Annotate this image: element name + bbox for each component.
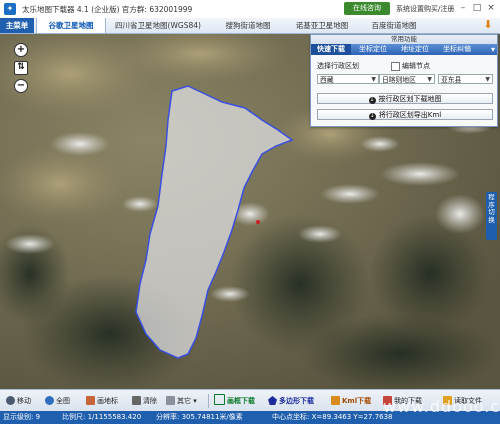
- polygon-download-button[interactable]: 多边形下载: [268, 390, 314, 412]
- kml-download-label: Kml下载: [342, 397, 372, 405]
- panel-tab-address-locate[interactable]: 地址定位: [395, 44, 435, 55]
- trash-icon: [132, 396, 141, 405]
- county-value: 亚东县: [441, 76, 462, 84]
- panel-tab-coord-correct[interactable]: 坐标纠偏: [437, 44, 477, 55]
- title-bar: ✦ 太乐地图下载器 4.1 (企业版) 官方群: 632001999 在线咨询 …: [0, 0, 500, 19]
- province-select[interactable]: 西藏 ▼: [317, 74, 379, 84]
- common-functions-panel: 常用功能 快速下载 坐标定位 地址定位 坐标纠偏 ▾ 选择行政区划 编辑节点 西…: [310, 34, 498, 127]
- full-map-button[interactable]: 全图: [45, 390, 70, 412]
- map-scale: 比例尺: 1/1155583.420: [62, 413, 142, 421]
- online-consult-button[interactable]: 在线咨询: [344, 2, 390, 15]
- more-icon: [166, 396, 175, 405]
- display-level: 显示级别: 9: [3, 413, 41, 421]
- app-logo-icon: ✦: [4, 3, 16, 15]
- other-menu-button[interactable]: 其它 ▾: [166, 390, 197, 412]
- buy-register-link[interactable]: 购买/注册: [424, 4, 454, 14]
- polygon-download-label: 多边形下载: [279, 397, 314, 405]
- panel-tab-bar: 快速下载 坐标定位 地址定位 坐标纠偏 ▾: [311, 44, 497, 55]
- zoom-in-button[interactable]: +: [14, 43, 28, 57]
- minimize-icon[interactable]: –: [456, 2, 470, 15]
- panel-tab-coord-locate[interactable]: 坐标定位: [353, 44, 393, 55]
- chevron-down-icon: ▼: [427, 76, 432, 83]
- county-select[interactable]: 亚东县 ▼: [438, 74, 493, 84]
- rectangle-icon: [214, 394, 225, 405]
- panel-collapse-icon[interactable]: ▾: [491, 44, 495, 55]
- pin-icon: [86, 396, 95, 405]
- main-menu-button[interactable]: 主菜单: [0, 18, 34, 33]
- system-settings-link[interactable]: 系统设置: [396, 4, 424, 14]
- tab-sichuan-satellite[interactable]: 四川省卫星地图(WGS84): [106, 18, 210, 33]
- city-select[interactable]: 日喀则地区 ▼: [379, 74, 435, 84]
- polygon-icon: [268, 396, 277, 405]
- tab-baidu-street[interactable]: 百度街道地图: [362, 18, 426, 33]
- clear-label: 清除: [143, 397, 157, 405]
- edit-nodes-label: 编辑节点: [402, 62, 430, 70]
- hand-icon: [6, 396, 15, 405]
- city-value: 日喀则地区: [382, 76, 416, 84]
- download-icon: ↓: [368, 97, 376, 104]
- other-label: 其它: [177, 397, 191, 405]
- tab-nokia-satellite[interactable]: 诺基亚卫星地图: [286, 18, 358, 33]
- rect-download-button[interactable]: 画框下载: [214, 390, 255, 412]
- zoom-out-button[interactable]: −: [14, 79, 28, 93]
- download-arrow-icon[interactable]: ⬇: [482, 19, 494, 31]
- tab-google-satellite[interactable]: 谷歌卫星地图: [36, 18, 106, 33]
- map-resolution: 分辨率: 305.74811米/像素: [156, 413, 243, 421]
- export-kml-button[interactable]: ↓ 将行政区划导出Kml: [317, 109, 493, 120]
- tab-sogou-street[interactable]: 搜狗街道地图: [214, 18, 282, 33]
- export-kml-label: 将行政区划导出Kml: [378, 111, 442, 119]
- map-tab-bar: 主菜单 谷歌卫星地图 四川省卫星地图(WGS84) 搜狗街道地图 诺基亚卫星地图…: [0, 18, 500, 34]
- rotate-icon[interactable]: ⇅: [14, 61, 28, 75]
- move-tool-button[interactable]: 移动: [6, 390, 31, 412]
- chevron-down-icon: ▼: [371, 76, 376, 83]
- export-icon: ↓: [368, 113, 376, 120]
- region-label: 选择行政区划: [317, 62, 359, 70]
- chevron-down-icon: ▼: [485, 76, 490, 83]
- program-switch-tab[interactable]: 程序切换: [486, 192, 497, 240]
- window-title: 太乐地图下载器 4.1 (企业版) 官方群: 632001999: [22, 5, 193, 14]
- globe-icon: [45, 396, 54, 405]
- kml-download-button[interactable]: Kml下载: [331, 390, 371, 412]
- province-value: 西藏: [320, 76, 334, 84]
- full-map-label: 全图: [56, 397, 70, 405]
- draw-landmark-label: 画地标: [97, 397, 118, 405]
- panel-title: 常用功能: [311, 35, 497, 44]
- download-by-region-label: 按行政区划下载地图: [378, 95, 442, 103]
- download-by-region-button[interactable]: ↓ 按行政区划下载地图: [317, 93, 493, 104]
- map-location-marker: [256, 220, 260, 224]
- toolbar-divider: [208, 394, 209, 408]
- close-icon[interactable]: ×: [484, 2, 498, 15]
- maximize-icon[interactable]: □: [470, 2, 484, 15]
- rect-download-label: 画框下载: [227, 397, 255, 405]
- draw-landmark-button[interactable]: 画地标: [86, 390, 118, 412]
- move-tool-label: 移动: [17, 397, 31, 405]
- panel-tab-quick-download[interactable]: 快速下载: [311, 44, 351, 55]
- kml-file-icon: [331, 396, 340, 405]
- center-coordinate: 中心点坐标: X=89.3463 Y=27.7638: [272, 413, 393, 421]
- clear-button[interactable]: 清除: [132, 390, 157, 412]
- edit-nodes-checkbox[interactable]: [391, 62, 400, 71]
- site-watermark: www.ddooo.cc: [383, 397, 500, 416]
